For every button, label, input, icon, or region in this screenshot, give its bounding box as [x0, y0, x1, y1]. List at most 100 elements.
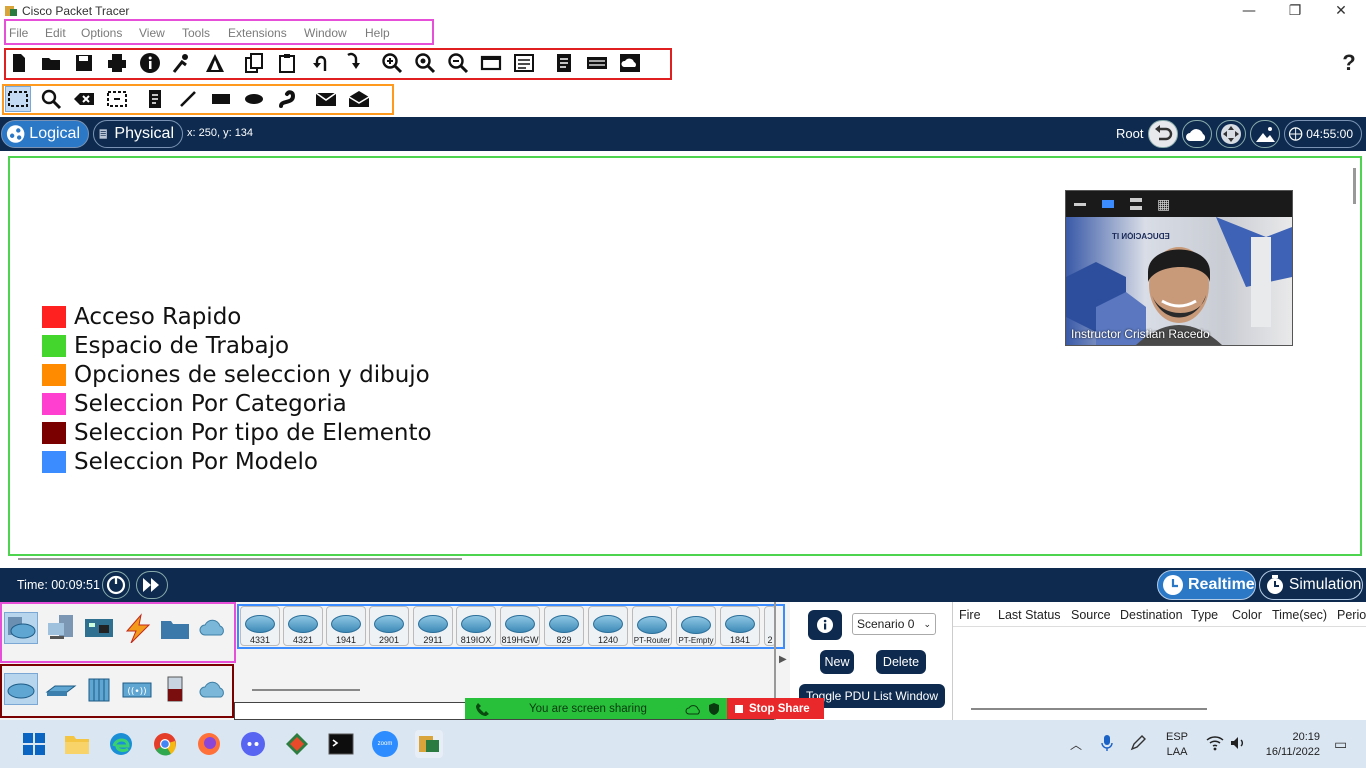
type-hubs[interactable] — [82, 673, 116, 705]
category-components[interactable] — [82, 612, 116, 644]
menu-extensions[interactable]: Extensions — [228, 26, 287, 40]
model-2911[interactable]: 2911 — [413, 606, 453, 646]
activity-wizard-icon[interactable] — [202, 50, 228, 76]
simulation-tab[interactable]: Simulation — [1259, 570, 1363, 600]
file-explorer-button[interactable] — [63, 730, 91, 758]
speaker-view-icon[interactable] — [1102, 200, 1114, 208]
tab-logical[interactable]: Logical — [1, 120, 89, 148]
expand-arrow-icon[interactable]: ▶ — [779, 654, 787, 665]
fast-forward-button[interactable] — [136, 571, 168, 599]
scenario-select[interactable]: Scenario 0 ⌄ — [852, 613, 936, 635]
firefox-button[interactable] — [195, 730, 223, 758]
viewport-clock[interactable]: 04:55:00 — [1284, 120, 1362, 148]
column-color[interactable]: Color — [1232, 608, 1262, 622]
pen-icon[interactable] — [1129, 734, 1147, 755]
type-wireless[interactable]: ((•)) — [120, 673, 154, 705]
pdu-info-button[interactable] — [808, 610, 842, 640]
packet-tracer-button[interactable] — [415, 730, 443, 758]
column-last-status[interactable]: Last Status — [998, 608, 1061, 622]
type-routers[interactable] — [4, 673, 38, 705]
undo-icon[interactable] — [307, 50, 333, 76]
minimize-button[interactable]: — — [1226, 0, 1272, 22]
model-829[interactable]: 829 — [544, 606, 584, 646]
place-note-icon[interactable] — [142, 86, 168, 112]
type-wan-emulation[interactable] — [196, 673, 230, 705]
model-1941[interactable]: 1941 — [326, 606, 366, 646]
horizontal-scrollbar[interactable] — [18, 558, 462, 560]
set-background-button[interactable] — [1250, 120, 1280, 148]
menu-help[interactable]: Help — [365, 26, 390, 40]
copy-icon[interactable] — [241, 50, 267, 76]
delete-scenario-button[interactable]: Delete — [876, 650, 926, 674]
model-4331[interactable]: 4331 — [240, 606, 280, 646]
type-security[interactable] — [158, 673, 192, 705]
drawing-palette-icon[interactable] — [478, 50, 504, 76]
new-cluster-button[interactable] — [1182, 120, 1212, 148]
realtime-tab[interactable]: Realtime — [1157, 570, 1256, 600]
device-list-icon[interactable] — [551, 50, 577, 76]
resize-shape-icon[interactable] — [104, 86, 130, 112]
network-info-icon[interactable] — [169, 50, 195, 76]
type-switches[interactable] — [44, 673, 78, 705]
add-simple-pdu-icon[interactable] — [313, 86, 339, 112]
inspect-icon[interactable] — [38, 86, 64, 112]
paste-icon[interactable] — [274, 50, 300, 76]
web-cloud-icon[interactable] — [617, 50, 643, 76]
terminal-button[interactable] — [327, 730, 355, 758]
category-connections[interactable] — [120, 612, 154, 644]
ipc-icon[interactable] — [584, 50, 610, 76]
save-icon[interactable] — [71, 50, 97, 76]
print-icon[interactable] — [104, 50, 130, 76]
mic-icon[interactable] — [1100, 734, 1114, 755]
language-indicator[interactable]: ESP LAA — [1166, 730, 1188, 760]
model-4321[interactable]: 4321 — [283, 606, 323, 646]
new-file-icon[interactable] — [6, 50, 32, 76]
power-cycle-button[interactable] — [102, 571, 130, 599]
delete-icon[interactable] — [71, 86, 97, 112]
tab-physical[interactable]: Physical — [93, 120, 183, 148]
zoom-in-icon[interactable] — [379, 50, 405, 76]
model-1240[interactable]: 1240 — [588, 606, 628, 646]
model-819iox[interactable]: 819IOX — [456, 606, 496, 646]
video-overlay[interactable]: ▦ EDUCACIÓN IT Instructor Cristian Raced… — [1065, 190, 1293, 346]
category-misc[interactable] — [158, 612, 192, 644]
volume-icon[interactable] — [1229, 735, 1247, 754]
model-2901[interactable]: 2901 — [369, 606, 409, 646]
column-fire[interactable]: Fire — [959, 608, 981, 622]
column-periodic[interactable]: Perio — [1337, 608, 1366, 622]
chrome-button[interactable] — [151, 730, 179, 758]
model-819hgw[interactable]: 819HGW — [500, 606, 540, 646]
info-icon[interactable] — [137, 50, 163, 76]
new-scenario-button[interactable]: New — [820, 650, 854, 674]
model-scrollbar[interactable] — [252, 689, 360, 691]
strip-view-icon[interactable] — [1130, 198, 1142, 210]
model-pt-empty[interactable]: PT-Empty — [676, 606, 716, 646]
open-folder-icon[interactable] — [38, 50, 64, 76]
maximize-button[interactable]: ❐ — [1272, 0, 1318, 22]
discord-button[interactable] — [239, 730, 267, 758]
pinned-app-button[interactable] — [283, 730, 311, 758]
help-icon[interactable]: ? — [1336, 50, 1362, 76]
column-time[interactable]: Time(sec) — [1272, 608, 1327, 622]
menu-window[interactable]: Window — [304, 26, 347, 40]
menu-options[interactable]: Options — [81, 26, 122, 40]
move-object-button[interactable] — [1216, 120, 1246, 148]
model-pt-router[interactable]: PT-Router — [632, 606, 672, 646]
stop-share-button[interactable]: Stop Share — [727, 698, 824, 719]
draw-line-icon[interactable] — [175, 86, 201, 112]
category-network-devices[interactable] — [4, 612, 38, 644]
add-complex-pdu-icon[interactable] — [346, 86, 372, 112]
column-type[interactable]: Type — [1191, 608, 1218, 622]
gallery-view-icon[interactable]: ▦ — [1157, 197, 1170, 211]
category-multiuser[interactable] — [196, 612, 230, 644]
zoom-button[interactable]: zoom — [371, 730, 399, 758]
start-button[interactable] — [20, 730, 48, 758]
notifications-icon[interactable]: ▭ — [1334, 736, 1347, 753]
category-end-devices[interactable] — [44, 612, 78, 644]
draw-rectangle-icon[interactable] — [208, 86, 234, 112]
model-1841[interactable]: 1841 — [720, 606, 760, 646]
menu-view[interactable]: View — [139, 26, 165, 40]
select-icon[interactable] — [5, 86, 31, 112]
vertical-scrollbar[interactable] — [1353, 168, 1356, 204]
redo-icon[interactable] — [340, 50, 366, 76]
